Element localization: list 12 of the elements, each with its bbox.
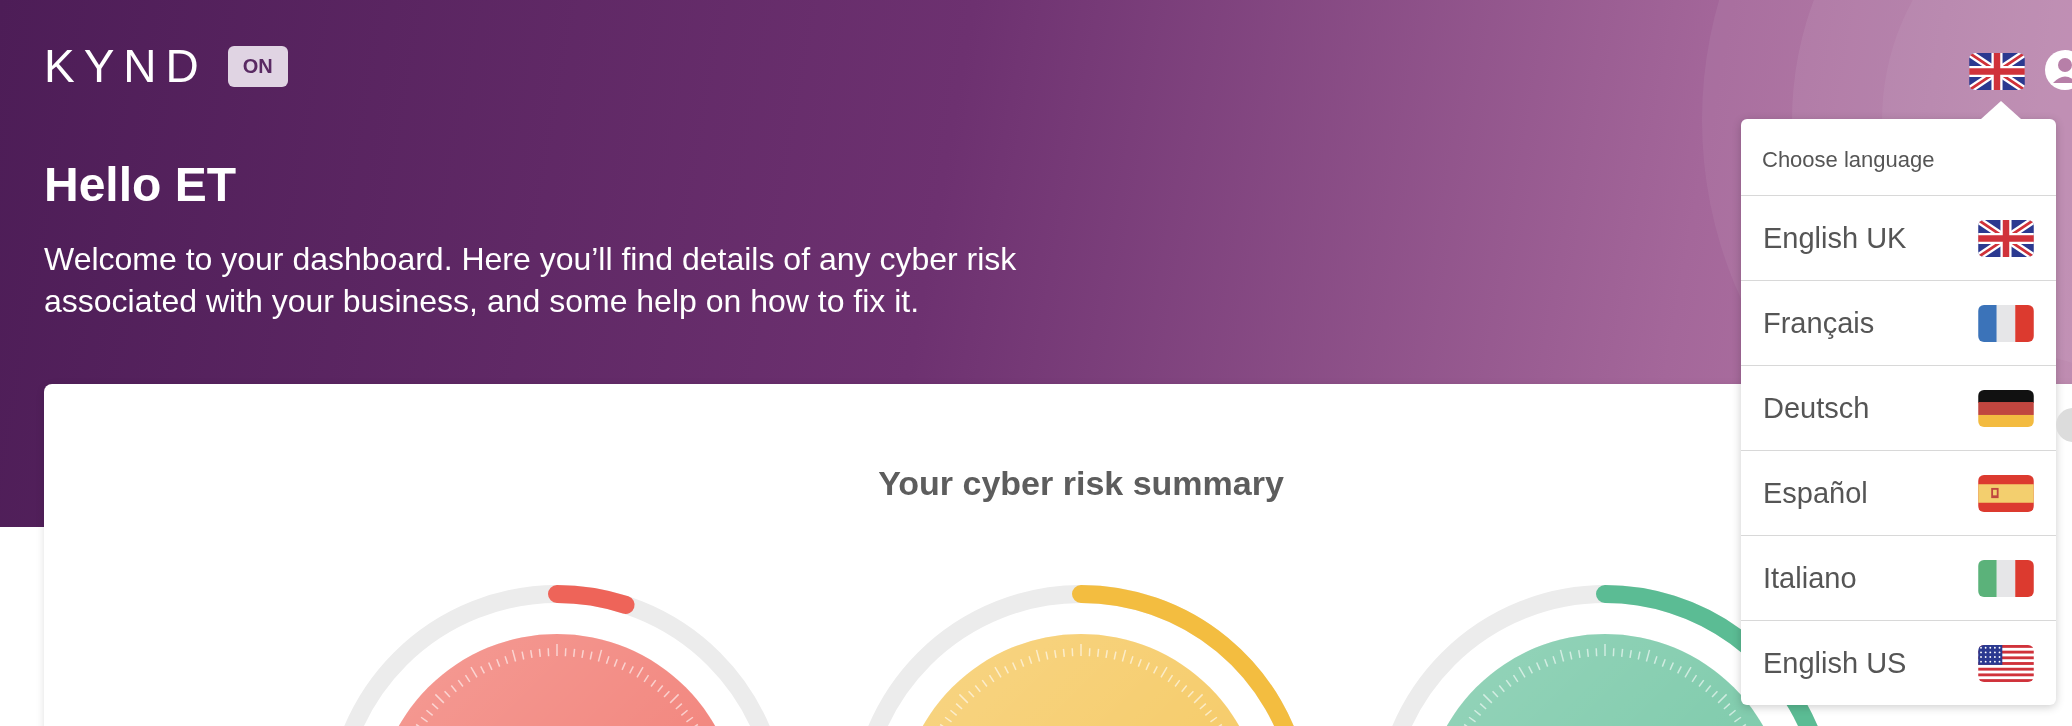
language-option[interactable]: Français [1741, 281, 2056, 366]
language-option[interactable]: English UK [1741, 196, 2056, 281]
language-option[interactable]: Italiano [1741, 536, 2056, 621]
greeting: Hello ET [44, 157, 237, 212]
logo[interactable]: KYND [44, 45, 208, 87]
language-option[interactable]: Español [1741, 451, 2056, 536]
summary-title: Your cyber risk summary [878, 464, 1284, 503]
menu-title: Choose language [1741, 119, 2056, 196]
logo-badge: ON [227, 45, 288, 87]
language-option[interactable]: Deutsch [1741, 366, 2056, 451]
language-option[interactable]: English US [1741, 621, 2056, 705]
intro-text: Welcome to your dashboard. Here you’ll find details of any cyber risk associated with your business, and some help on how to fix it. [44, 240, 1018, 321]
